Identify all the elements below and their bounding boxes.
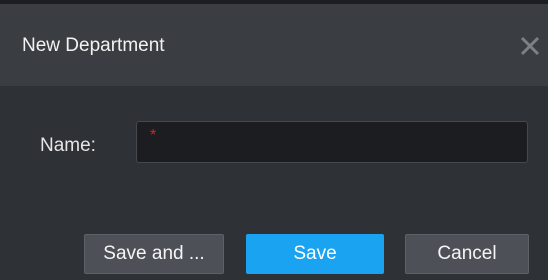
name-field[interactable]: * <box>136 121 528 163</box>
dialog-title: New Department <box>22 35 165 56</box>
name-label: Name: <box>40 135 96 156</box>
name-input[interactable] <box>161 122 521 162</box>
new-department-dialog: New Department Name: * Save and ... Save… <box>0 0 548 280</box>
required-marker: * <box>150 127 157 144</box>
dialog-body: Name: * Save and ... Save Cancel <box>0 86 548 280</box>
dialog-titlebar: New Department <box>0 4 548 86</box>
save-button[interactable]: Save <box>246 234 384 274</box>
close-icon[interactable] <box>516 32 544 60</box>
save-and-button[interactable]: Save and ... <box>84 234 224 274</box>
cancel-button[interactable]: Cancel <box>405 234 529 274</box>
